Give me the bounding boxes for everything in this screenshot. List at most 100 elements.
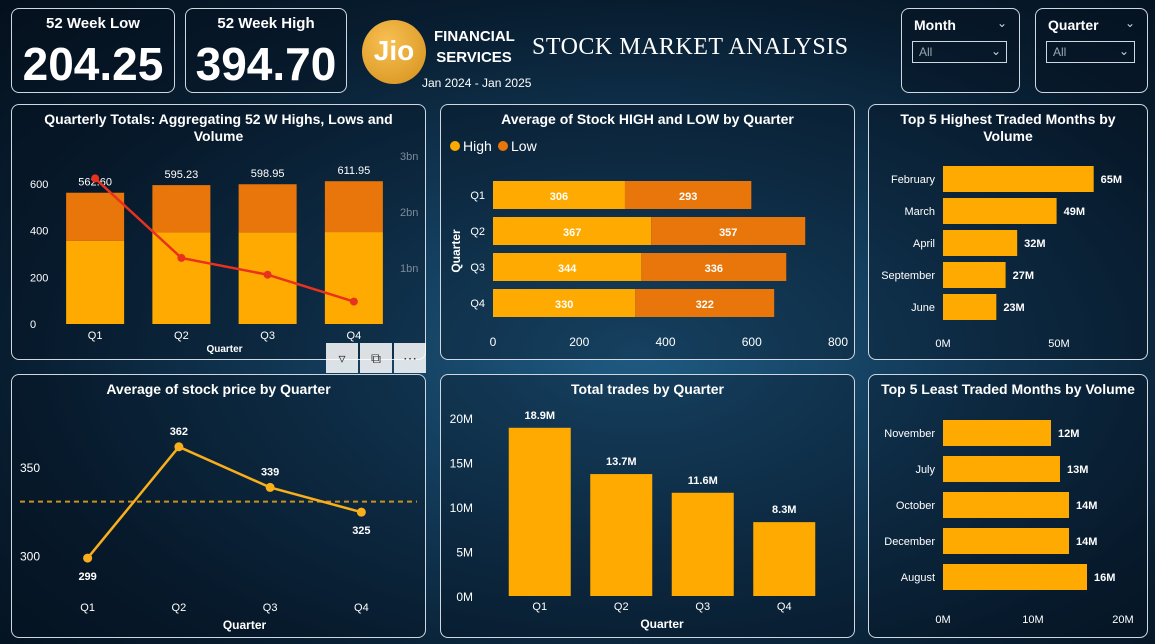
y-tick-label: 15M — [450, 457, 473, 471]
bar — [943, 166, 1094, 192]
bar-low — [324, 181, 383, 233]
top5-highest-chart[interactable]: February 65M March 49M April 32M September 27M J… — [869, 105, 1147, 359]
chevron-down-icon[interactable]: ⌄ — [1125, 16, 1135, 30]
filter-icon[interactable]: ▿ — [326, 343, 358, 373]
bar — [753, 522, 816, 596]
kpi-52-week-low: 52 Week Low 204.25 — [11, 8, 175, 93]
total-trades-card: Total trades by Quarter 0M 5M 10M 15M 20M 18.… — [440, 374, 855, 638]
x-tick-label: Q1 — [532, 601, 547, 613]
bar — [943, 262, 1006, 288]
month-slicer-label: Month — [914, 17, 956, 33]
avg-price-card: Average of stock price by Quarter 300 350… — [11, 374, 426, 638]
bar-high — [152, 232, 211, 324]
bar — [590, 474, 653, 596]
data-label: 357 — [719, 227, 737, 239]
y-tick-label: 350 — [20, 461, 40, 475]
y-tick-label: September — [881, 270, 935, 282]
legend-marker-high — [450, 141, 460, 151]
avg-high-low-chart[interactable]: High Low 306 293 Q1 367 357 Q2 344 336 Q3 330 322 Q4 0… — [441, 105, 854, 359]
bar — [943, 456, 1060, 482]
x-tick-label: Q1 — [88, 330, 103, 342]
data-label: 362 — [170, 426, 188, 438]
data-label: 18.9M — [524, 410, 555, 422]
x-tick-label: Q4 — [777, 601, 792, 613]
bar-low — [66, 192, 125, 241]
quarter-slicer: Quarter ⌄ All ⌄ — [1035, 8, 1148, 93]
line-point — [174, 442, 184, 452]
quarterly-totals-card: Quarterly Totals: Aggregating 52 W Highs… — [11, 104, 426, 360]
chevron-down-icon: ⌄ — [990, 44, 1001, 58]
kpi-value: 394.70 — [195, 38, 337, 90]
x-tick-label: 50M — [1048, 338, 1069, 350]
jio-logo: Jio — [362, 20, 426, 84]
legend-marker-low — [498, 141, 508, 151]
dashboard-title: STOCK MARKET ANALYSIS — [532, 34, 849, 60]
x-tick-label: 0 — [490, 335, 497, 349]
month-dropdown[interactable]: All ⌄ — [912, 41, 1007, 63]
bar-low — [238, 184, 297, 233]
month-dropdown-value: All — [919, 45, 933, 59]
series-line-volume — [94, 177, 355, 303]
chevron-down-icon[interactable]: ⌄ — [997, 16, 1007, 30]
kpi-52-week-high: 52 Week High 394.70 — [185, 8, 347, 93]
focus-mode-icon[interactable]: ⧉ — [360, 343, 392, 373]
data-label: 65M — [1101, 174, 1122, 186]
avg-price-chart[interactable]: 300 350 299 Q1 362 Q2 339 Q3 325 Q4 Quarter — [12, 375, 425, 637]
data-label: 598.95 — [251, 168, 285, 180]
bar — [943, 230, 1018, 256]
y-tick-label: 400 — [30, 226, 48, 238]
month-slicer: Month ⌄ All ⌄ — [901, 8, 1020, 93]
data-label: 367 — [563, 227, 581, 239]
x-tick-label: 0M — [935, 614, 950, 626]
data-label: 293 — [679, 191, 697, 203]
quarter-slicer-label: Quarter — [1048, 17, 1099, 33]
x-tick-label: Q4 — [354, 602, 369, 614]
data-label: 14M — [1076, 536, 1097, 548]
data-label: 299 — [78, 571, 96, 583]
kpi-label: 52 Week High — [217, 15, 315, 32]
y-tick-label: August — [901, 572, 935, 584]
bar — [508, 427, 571, 596]
legend-label-high: High — [463, 138, 492, 154]
x-tick-label: 20M — [1112, 614, 1133, 626]
line-point — [265, 482, 275, 492]
top5-least-chart[interactable]: November 12M July 13M October 14M December 14M A… — [869, 375, 1147, 637]
x-axis-label: Quarter — [223, 618, 267, 632]
more-options-icon[interactable]: ⋯ — [394, 343, 426, 373]
data-label: 339 — [261, 466, 279, 478]
y-axis-label: Quarter — [449, 229, 463, 273]
data-label: 16M — [1094, 572, 1115, 584]
y2-tick-label: 3bn — [400, 151, 418, 163]
y-tick-label: October — [896, 500, 935, 512]
line-point — [83, 553, 93, 563]
top5-highest-card: Top 5 Highest Traded Months by Volume Fe… — [868, 104, 1148, 360]
bar-high — [66, 240, 125, 324]
data-label: 336 — [705, 263, 723, 275]
data-label: 306 — [550, 191, 568, 203]
bar — [671, 492, 734, 596]
bar-low — [152, 185, 211, 233]
data-label: 595.23 — [165, 169, 199, 181]
data-label: 325 — [352, 525, 370, 537]
x-tick-label: Q2 — [614, 601, 629, 613]
y-tick-label: December — [884, 536, 935, 548]
data-label: 330 — [555, 299, 573, 311]
y-tick-label: Q4 — [470, 298, 485, 310]
line-point — [356, 507, 366, 517]
data-label: 13M — [1067, 464, 1088, 476]
y-tick-label: 200 — [30, 272, 48, 284]
brand-line-1: FINANCIAL — [434, 28, 515, 45]
kpi-label: 52 Week Low — [46, 15, 140, 32]
quarter-dropdown[interactable]: All ⌄ — [1046, 41, 1135, 63]
x-tick-label: 0M — [935, 338, 950, 350]
quarterly-totals-chart[interactable]: 02004006001bn2bn3bn562.60Q1595.23Q2598.9… — [12, 105, 425, 359]
x-tick-label: Q2 — [172, 602, 187, 614]
total-trades-chart[interactable]: 0M 5M 10M 15M 20M 18.9M Q1 13.7M Q2 11.6M Q3 8.3M Q4… — [441, 375, 854, 637]
bar — [943, 492, 1069, 518]
line-point — [263, 270, 272, 279]
y-tick-label: March — [904, 206, 935, 218]
bar — [943, 294, 997, 320]
y-tick-label: Q1 — [470, 190, 485, 202]
bar — [943, 564, 1087, 590]
avg-high-low-card: Average of Stock HIGH and LOW by Quarter… — [440, 104, 855, 360]
